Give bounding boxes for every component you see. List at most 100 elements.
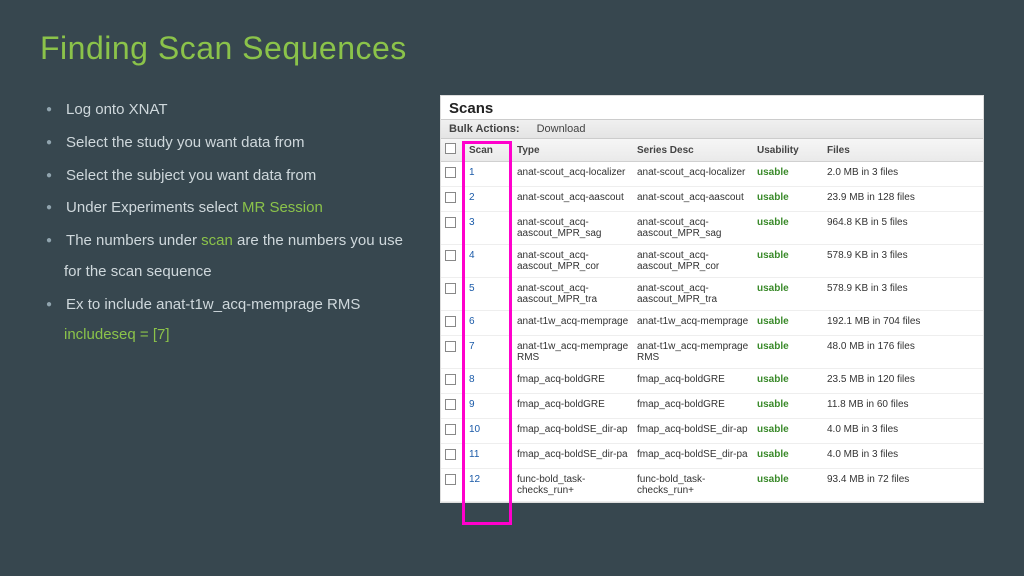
table-row: 1 anat-scout_acq-localizeranat-scout_acq-…: [441, 162, 983, 187]
page-title: Finding Scan Sequences: [40, 30, 984, 67]
files-info: 48.0 MB in 176 files: [823, 336, 983, 369]
table-row: 5 anat-scout_acq-aascout_MPR_traanat-scou…: [441, 278, 983, 311]
series-desc: anat-t1w_acq-memprage RMS: [633, 336, 753, 369]
scan-type: fmap_acq-boldSE_dir-pa: [513, 444, 633, 469]
scan-number-link[interactable]: 12: [469, 474, 480, 485]
scan-number-link[interactable]: 3: [469, 217, 475, 228]
row-checkbox[interactable]: [445, 316, 456, 327]
series-desc: anat-scout_acq-aascout_MPR_cor: [633, 245, 753, 278]
files-info: 578.9 KB in 3 files: [823, 278, 983, 311]
scans-heading: Scans: [441, 96, 983, 119]
row-checkbox[interactable]: [445, 250, 456, 261]
row-checkbox[interactable]: [445, 399, 456, 410]
instruction-item: The numbers under scan are the numbers y…: [60, 226, 410, 288]
row-checkbox[interactable]: [445, 217, 456, 228]
column-header: [441, 139, 465, 162]
usability-status: usable: [757, 283, 789, 294]
row-checkbox[interactable]: [445, 192, 456, 203]
row-checkbox[interactable]: [445, 424, 456, 435]
files-info: 4.0 MB in 3 files: [823, 419, 983, 444]
select-all-checkbox[interactable]: [445, 143, 456, 154]
scan-type: anat-scout_acq-aascout: [513, 187, 633, 212]
series-desc: anat-scout_acq-aascout_MPR_tra: [633, 278, 753, 311]
series-desc: fmap_acq-boldSE_dir-ap: [633, 419, 753, 444]
series-desc: func-bold_task-checks_run+: [633, 469, 753, 502]
usability-status: usable: [757, 424, 789, 435]
scan-number-link[interactable]: 4: [469, 250, 475, 261]
usability-status: usable: [757, 474, 789, 485]
column-header: Scan: [465, 139, 513, 162]
scans-table: ScanTypeSeries DescUsabilityFiles 1 anat-…: [441, 139, 983, 502]
table-row: 12 func-bold_task-checks_run+func-bold_ta…: [441, 469, 983, 502]
scan-type: func-bold_task-checks_run+: [513, 469, 633, 502]
row-checkbox[interactable]: [445, 449, 456, 460]
instruction-item: Under Experiments select MR Session: [60, 193, 410, 224]
scan-number-link[interactable]: 10: [469, 424, 480, 435]
usability-status: usable: [757, 374, 789, 385]
row-checkbox[interactable]: [445, 283, 456, 294]
scan-type: anat-scout_acq-aascout_MPR_sag: [513, 212, 633, 245]
column-header: Type: [513, 139, 633, 162]
table-row: 11 fmap_acq-boldSE_dir-pafmap_acq-boldSE_…: [441, 444, 983, 469]
series-desc: anat-t1w_acq-memprage: [633, 311, 753, 336]
bulk-download-link[interactable]: Download: [537, 123, 586, 135]
highlight-text: MR Session: [242, 199, 323, 216]
highlight-text: scan: [201, 232, 233, 249]
usability-status: usable: [757, 449, 789, 460]
scan-number-link[interactable]: 9: [469, 399, 475, 410]
files-info: 964.8 KB in 5 files: [823, 212, 983, 245]
series-desc: anat-scout_acq-localizer: [633, 162, 753, 187]
highlight-text: includeseq = [7]: [64, 326, 170, 343]
series-desc: anat-scout_acq-aascout_MPR_sag: [633, 212, 753, 245]
scan-number-link[interactable]: 2: [469, 192, 475, 203]
scan-number-link[interactable]: 6: [469, 316, 475, 327]
scan-type: anat-t1w_acq-memprage: [513, 311, 633, 336]
files-info: 23.9 MB in 128 files: [823, 187, 983, 212]
series-desc: fmap_acq-boldGRE: [633, 369, 753, 394]
table-row: 2 anat-scout_acq-aascoutanat-scout_acq-aa…: [441, 187, 983, 212]
scan-type: fmap_acq-boldSE_dir-ap: [513, 419, 633, 444]
files-info: 578.9 KB in 3 files: [823, 245, 983, 278]
scan-type: anat-scout_acq-localizer: [513, 162, 633, 187]
table-row: 4 anat-scout_acq-aascout_MPR_coranat-scou…: [441, 245, 983, 278]
files-info: 23.5 MB in 120 files: [823, 369, 983, 394]
row-checkbox[interactable]: [445, 167, 456, 178]
bulk-actions-label: Bulk Actions:: [449, 123, 520, 135]
scan-type: fmap_acq-boldGRE: [513, 369, 633, 394]
series-desc: fmap_acq-boldSE_dir-pa: [633, 444, 753, 469]
table-row: 10 fmap_acq-boldSE_dir-apfmap_acq-boldSE_…: [441, 419, 983, 444]
column-header: Usability: [753, 139, 823, 162]
table-row: 6 anat-t1w_acq-memprageanat-t1w_acq-mempr…: [441, 311, 983, 336]
files-info: 4.0 MB in 3 files: [823, 444, 983, 469]
usability-status: usable: [757, 192, 789, 203]
row-checkbox[interactable]: [445, 341, 456, 352]
instruction-item: Ex to include anat-t1w_acq-memprage RMS …: [60, 290, 410, 352]
usability-status: usable: [757, 250, 789, 261]
series-desc: fmap_acq-boldGRE: [633, 394, 753, 419]
files-info: 2.0 MB in 3 files: [823, 162, 983, 187]
usability-status: usable: [757, 341, 789, 352]
files-info: 93.4 MB in 72 files: [823, 469, 983, 502]
table-row: 7anat-t1w_acq-memprage RMSanat-t1w_acq-m…: [441, 336, 983, 369]
row-checkbox[interactable]: [445, 374, 456, 385]
row-checkbox[interactable]: [445, 474, 456, 485]
scan-type: anat-scout_acq-aascout_MPR_cor: [513, 245, 633, 278]
usability-status: usable: [757, 217, 789, 228]
table-row: 8 fmap_acq-boldGREfmap_acq-boldGRE usable 2…: [441, 369, 983, 394]
usability-status: usable: [757, 316, 789, 327]
instruction-item: Select the subject you want data from: [60, 161, 410, 192]
column-header: Series Desc: [633, 139, 753, 162]
scan-type: anat-scout_acq-aascout_MPR_tra: [513, 278, 633, 311]
instruction-list: Log onto XNATSelect the study you want d…: [40, 95, 410, 351]
series-desc: anat-scout_acq-aascout: [633, 187, 753, 212]
usability-status: usable: [757, 167, 789, 178]
scan-type: fmap_acq-boldGRE: [513, 394, 633, 419]
bulk-actions-bar: Bulk Actions: Download: [441, 119, 983, 139]
scan-number-link[interactable]: 1: [469, 167, 475, 178]
scan-number-link[interactable]: 7: [469, 341, 475, 352]
instruction-item: Log onto XNAT: [60, 95, 410, 126]
scan-number-link[interactable]: 8: [469, 374, 475, 385]
column-header: Files: [823, 139, 983, 162]
scan-number-link[interactable]: 5: [469, 283, 475, 294]
scan-number-link[interactable]: 11: [469, 449, 479, 460]
